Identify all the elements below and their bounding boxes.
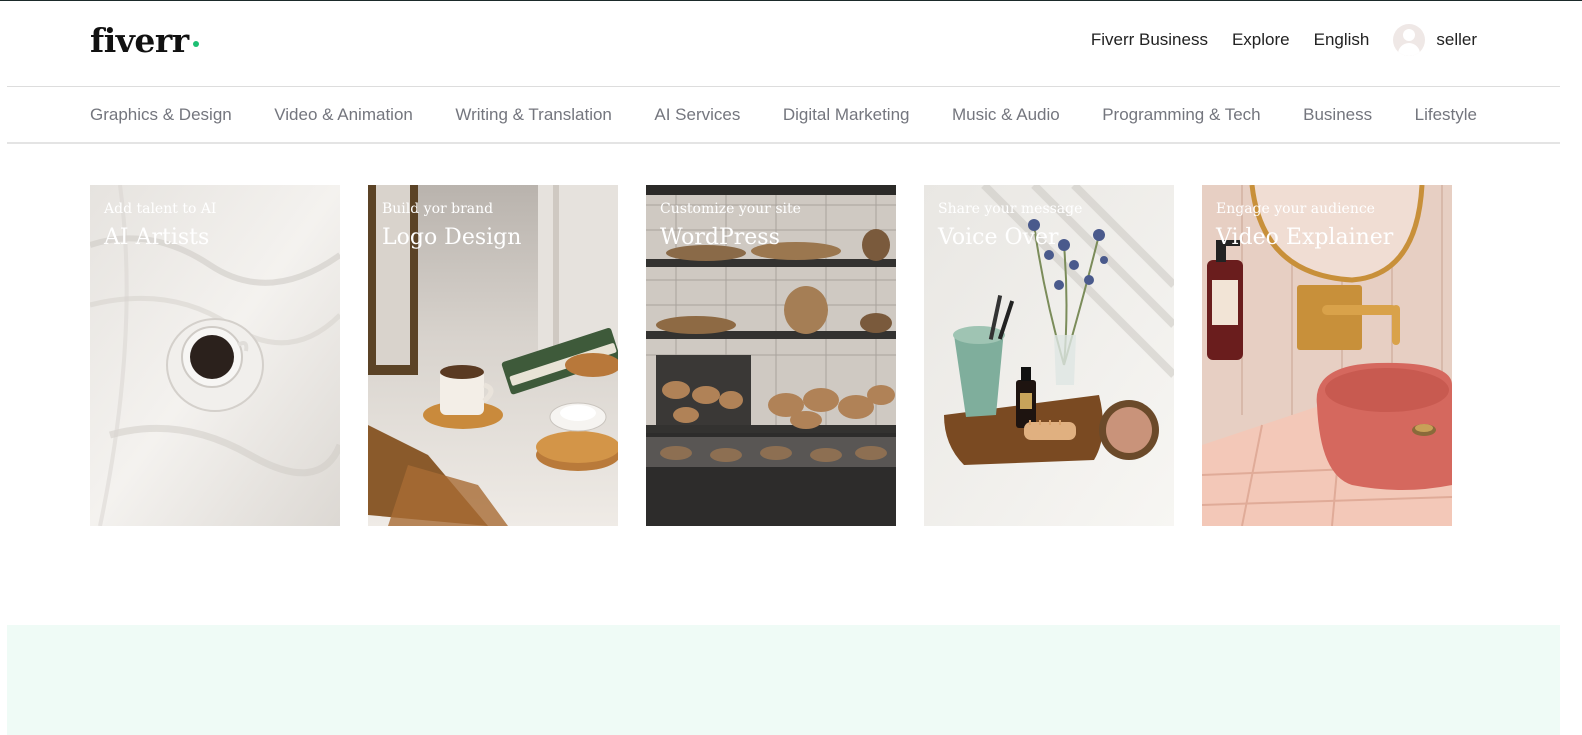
category-music-audio[interactable]: Music & Audio — [952, 105, 1060, 125]
service-card-voice-over[interactable]: Share your message Voice Over — [924, 185, 1174, 526]
category-business[interactable]: Business — [1303, 105, 1372, 125]
category-lifestyle[interactable]: Lifestyle — [1415, 105, 1477, 125]
card-subtitle: Add talent to AI — [104, 201, 217, 217]
service-card-logo-design[interactable]: Build yor brand Logo Design — [368, 185, 618, 526]
card-title: Logo Design — [382, 225, 522, 250]
site-header: fiverr Fiverr Business Explore English s… — [7, 1, 1560, 87]
service-card-wordpress[interactable]: Customize your site WordPress — [646, 185, 896, 526]
card-subtitle: Customize your site — [660, 201, 801, 217]
card-subtitle: Build yor brand — [382, 201, 494, 217]
category-writing-translation[interactable]: Writing & Translation — [455, 105, 612, 125]
card-title: AI Artists — [104, 225, 210, 250]
card-subtitle: Engage your audience — [1216, 201, 1375, 217]
nav-fiverr-business[interactable]: Fiverr Business — [1091, 30, 1208, 50]
service-card-video-explainer[interactable]: Engage your audience Video Explainer — [1202, 185, 1452, 526]
logo-dot-icon — [193, 41, 199, 47]
nav-language[interactable]: English — [1314, 30, 1370, 50]
card-title: Video Explainer — [1216, 225, 1394, 250]
nav-explore[interactable]: Explore — [1232, 30, 1290, 50]
category-ai-services[interactable]: AI Services — [654, 105, 740, 125]
service-card-ai-artists[interactable]: Add talent to AI AI Artists — [90, 185, 340, 526]
category-programming-tech[interactable]: Programming & Tech — [1102, 105, 1260, 125]
category-digital-marketing[interactable]: Digital Marketing — [783, 105, 910, 125]
user-name[interactable]: seller — [1436, 30, 1477, 50]
top-navigation: Fiverr Business Explore English seller — [1067, 23, 1477, 57]
service-cards: Add talent to AI AI Artists Build yor br… — [90, 185, 1480, 526]
card-title: WordPress — [660, 225, 780, 250]
category-video-animation[interactable]: Video & Animation — [274, 105, 413, 125]
fiverr-logo[interactable]: fiverr — [90, 21, 189, 60]
category-menu: Graphics & Design Video & Animation Writ… — [7, 87, 1560, 144]
card-title: Voice Over — [938, 225, 1059, 250]
mint-section-background — [7, 625, 1560, 735]
user-avatar-icon[interactable] — [1393, 24, 1426, 56]
card-subtitle: Share your message — [938, 201, 1083, 217]
category-graphics-design[interactable]: Graphics & Design — [90, 105, 232, 125]
user-menu[interactable]: seller — [1393, 24, 1477, 56]
